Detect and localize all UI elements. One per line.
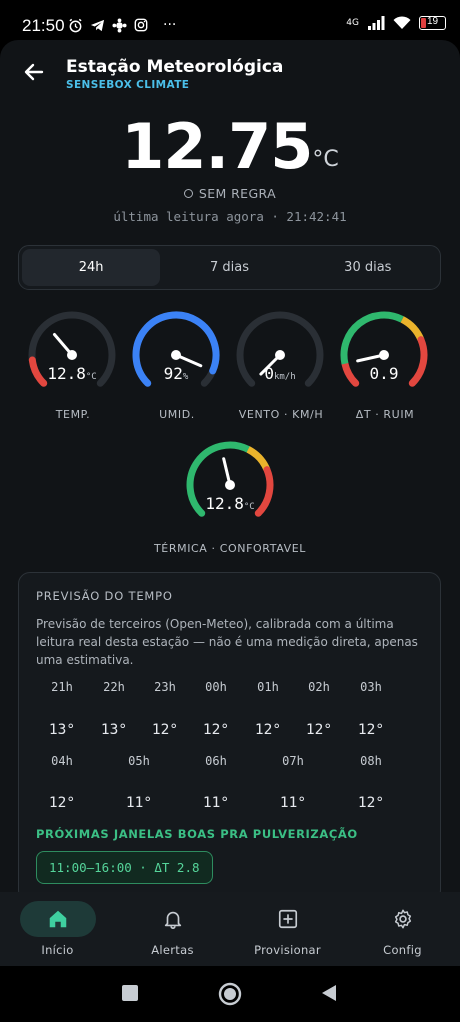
battery-icon: 19: [419, 16, 446, 30]
tab-24h[interactable]: 24h: [22, 249, 161, 286]
app-screen: Estação Meteorológica SENSEBOX CLIMATE 1…: [0, 40, 460, 966]
forecast-temp: 12°: [48, 795, 76, 811]
nav-config[interactable]: Config: [345, 892, 460, 966]
gauge-humidity-dial: [132, 311, 220, 387]
forecast-hour: 05h: [128, 754, 150, 768]
gauge-hub: [275, 350, 285, 360]
forecast-hour: 07h: [282, 754, 304, 768]
gauge-delta-t-dial: [340, 311, 428, 387]
gauge-temperature-dial: [28, 311, 116, 387]
forecast-hour: 22h: [103, 680, 125, 694]
gauge-humidity: 92%: [121, 310, 231, 410]
bottom-navigation: Início Alertas Provisionar Config: [0, 892, 460, 966]
rule-status: SEM REGRA: [0, 186, 460, 201]
telegram-icon: [90, 19, 105, 31]
alarm-icon: [69, 18, 82, 32]
forecast-temp: 11°: [125, 795, 153, 811]
forecast-temp: 12°: [357, 722, 385, 738]
gauge-hub: [171, 350, 181, 360]
forecast-description: Previsão de terceiros (Open-Meteo), cali…: [36, 617, 418, 667]
nav-label: Alertas: [151, 943, 194, 957]
station-subtitle: SENSEBOX CLIMATE: [66, 79, 190, 91]
gauge-hub: [379, 350, 389, 360]
forecast-hour: 04h: [51, 754, 73, 768]
nav-label: Config: [383, 943, 422, 957]
forecast-hour: 06h: [205, 754, 227, 768]
gauge-value: 92%: [163, 364, 189, 383]
gauge-label-delta-t: ΔT · RUIM: [355, 408, 415, 421]
gauge-wind: 0km/h: [225, 310, 335, 410]
forecast-hour: 21h: [51, 680, 73, 694]
gauge-thermal-dial: [186, 441, 274, 517]
forecast-temp: 11°: [202, 795, 230, 811]
forecast-temp: 12°: [151, 722, 179, 738]
nav-label: Início: [41, 943, 74, 957]
nav-provisionar[interactable]: Provisionar: [230, 892, 345, 966]
gauge-value: 12.8°C: [205, 494, 255, 513]
gauge-wind-dial: [236, 311, 324, 387]
forecast-temp: 12°: [357, 795, 385, 811]
period-tabs: 24h 7 dias 30 dias: [18, 245, 441, 290]
status-system-icons: 4G 19: [346, 16, 446, 30]
forecast-hour: 03h: [360, 680, 382, 694]
gauge-arc-yellow: [246, 446, 271, 472]
wifi-icon: [393, 16, 411, 29]
forecast-temp: 13°: [100, 722, 128, 738]
forecast-temp: 12°: [254, 722, 282, 738]
recents-square-icon[interactable]: [121, 984, 139, 1002]
back-arrow-icon[interactable]: [22, 60, 46, 84]
spray-windows-title: PRÓXIMAS JANELAS BOAS PRA PULVERIZAÇÃO: [36, 827, 358, 841]
system-navigation-bar: [0, 966, 460, 1022]
gauge-hub: [67, 350, 77, 360]
temperature-unit: °C: [312, 147, 339, 172]
home-icon: [49, 910, 66, 928]
spray-window-chip[interactable]: 11:00–16:00 · ΔT 2.8: [36, 851, 213, 884]
gauge-temperature: 12.8°C: [17, 310, 127, 410]
forecast-hour: 01h: [257, 680, 279, 694]
forecast-hour: 00h: [205, 680, 227, 694]
current-temperature: 12.75°C: [0, 110, 460, 183]
temperature-value: 12.75: [121, 110, 313, 183]
more-icon: ···: [163, 17, 177, 33]
nav-label: Provisionar: [254, 943, 321, 957]
rule-label: SEM REGRA: [198, 186, 277, 201]
status-bar: 21:50 ··· 4G 19: [0, 0, 460, 44]
gauge-value: 12.8°C: [47, 364, 97, 383]
gauge-value: 0km/h: [264, 364, 296, 383]
forecast-temp: 12°: [305, 722, 333, 738]
forecast-temp: 11°: [279, 795, 307, 811]
page-title: Estação Meteorológica: [66, 57, 284, 77]
forecast-temp: 12°: [202, 722, 230, 738]
network-type: 4G: [346, 18, 359, 28]
gauge-arc-yellow: [400, 316, 425, 342]
status-time: 21:50: [22, 16, 65, 35]
circle-icon: [183, 189, 193, 198]
instagram-icon: [134, 18, 148, 32]
status-notification-icons: ···: [68, 17, 176, 33]
gear-flower-icon: [112, 17, 127, 33]
signal-icon: [368, 16, 385, 30]
forecast-card: PREVISÃO DO TEMPO Previsão de terceiros …: [18, 572, 441, 902]
gauge-value: 0.9: [369, 364, 399, 383]
tab-7-dias[interactable]: 7 dias: [160, 249, 298, 286]
bell-icon: [164, 911, 181, 929]
nav-inicio[interactable]: Início: [0, 892, 115, 966]
gauge-thermal: 12.8°C: [175, 440, 285, 540]
forecast-hour: 08h: [360, 754, 382, 768]
forecast-title: PREVISÃO DO TEMPO: [36, 589, 173, 603]
gauge-delta-t: 0.9: [329, 310, 439, 410]
gear-icon: [394, 909, 411, 929]
forecast-hour: 23h: [154, 680, 176, 694]
last-reading: última leitura agora · 21:42:41: [113, 209, 347, 224]
tab-30-dias[interactable]: 30 dias: [299, 249, 437, 286]
home-circle-icon[interactable]: [218, 982, 242, 1006]
back-triangle-icon[interactable]: [320, 984, 338, 1002]
add-box-icon: [278, 909, 297, 929]
gauge-hub: [225, 480, 235, 490]
forecast-hour: 02h: [308, 680, 330, 694]
forecast-temp: 13°: [48, 722, 76, 738]
nav-alertas[interactable]: Alertas: [115, 892, 230, 966]
gauge-label-thermal: TÉRMICA · CONFORTAVEL: [153, 542, 307, 555]
